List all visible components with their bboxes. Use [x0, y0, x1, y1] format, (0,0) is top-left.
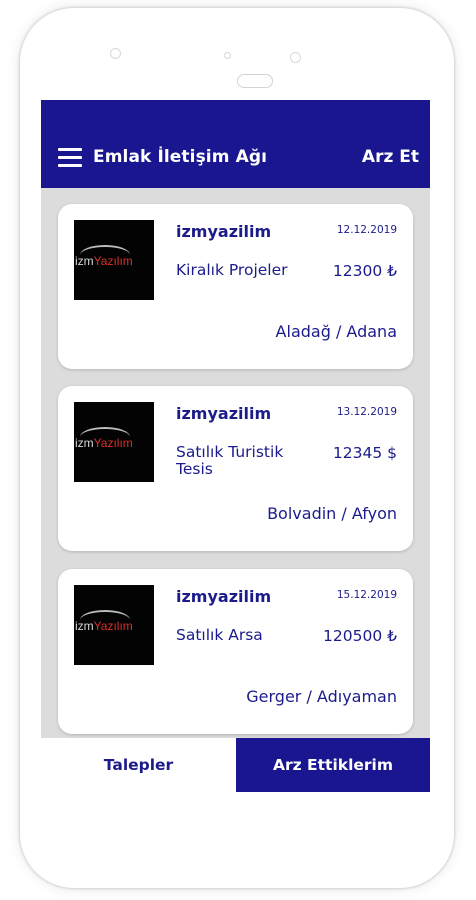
- listing-location: Bolvadin / Afyon: [267, 504, 397, 523]
- arz-et-button[interactable]: Arz Et: [362, 147, 419, 167]
- listing-user: izmyazilim: [176, 587, 272, 606]
- listing-card[interactable]: izmYazılım izmyazilim 12.12.2019 Kiralık…: [58, 204, 413, 369]
- sensor-dot: [290, 52, 301, 63]
- listing-user: izmyazilim: [176, 404, 272, 423]
- company-logo-text: izmYazılım: [75, 254, 133, 268]
- hamburger-menu-icon[interactable]: [58, 148, 82, 168]
- earpiece-speaker: [237, 74, 273, 88]
- app-bar: Emlak İletişim Ağı Arz Et: [41, 100, 430, 188]
- listing-card[interactable]: izmYazılım izmyazilim 13.12.2019 Satılık…: [58, 386, 413, 551]
- company-logo-image: izmYazılım: [74, 220, 154, 300]
- app-screen: Emlak İletişim Ağı Arz Et izmYazılım izm…: [41, 100, 430, 792]
- sensor-dot: [110, 48, 121, 59]
- company-logo-image: izmYazılım: [74, 585, 154, 665]
- listing-location: Gerger / Adıyaman: [246, 687, 397, 706]
- listing-title: Satılık Turistik Tesis: [176, 443, 284, 478]
- listing-date: 15.12.2019: [336, 589, 397, 601]
- listing-price: 12345 $: [332, 444, 397, 462]
- listing-date: 13.12.2019: [336, 406, 397, 418]
- company-logo-text: izmYazılım: [75, 436, 133, 450]
- listing-list[interactable]: izmYazılım izmyazilim 12.12.2019 Kiralık…: [41, 188, 430, 738]
- front-camera-dot: [224, 52, 231, 59]
- listing-card[interactable]: izmYazılım izmyazilim 15.12.2019 Satılık…: [58, 569, 413, 734]
- listing-price: 120500 ₺: [323, 627, 397, 645]
- listing-price: 12300 ₺: [332, 262, 397, 280]
- bottom-tab-bar: Talepler Arz Ettiklerim: [41, 738, 430, 792]
- tab-arz-ettiklerim[interactable]: Arz Ettiklerim: [236, 738, 430, 792]
- listing-title: Kiralık Projeler: [176, 261, 288, 279]
- listing-location: Aladağ / Adana: [275, 322, 397, 341]
- listing-user: izmyazilim: [176, 222, 272, 241]
- company-logo-image: izmYazılım: [74, 402, 154, 482]
- company-logo-text: izmYazılım: [75, 619, 133, 633]
- app-title: Emlak İletişim Ağı: [93, 147, 268, 167]
- listing-title: Satılık Arsa: [176, 626, 263, 644]
- tab-talepler[interactable]: Talepler: [41, 738, 236, 792]
- listing-date: 12.12.2019: [336, 224, 397, 236]
